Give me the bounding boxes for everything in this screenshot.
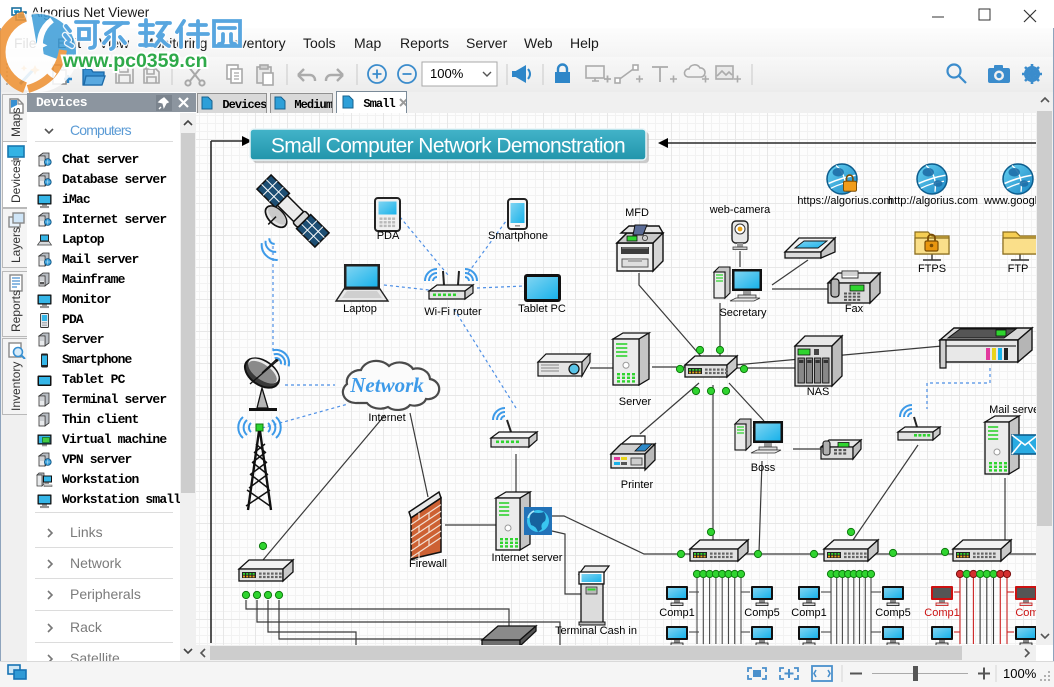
svg-text:Comp1: Comp1 [791, 607, 826, 619]
svg-text:Mail server: Mail server [989, 404, 1036, 416]
svg-text:NAS: NAS [807, 386, 830, 398]
svg-text:Server: Server [619, 396, 652, 408]
svg-text:Comp5: Comp5 [875, 607, 910, 619]
svg-text:Tablet PC: Tablet PC [518, 303, 566, 315]
svg-text:Printer: Printer [621, 479, 654, 491]
svg-text:Terminal Cash in: Terminal Cash in [555, 625, 637, 637]
svg-text:Internet server: Internet server [492, 552, 563, 564]
svg-text:https://algorius.com: https://algorius.com [797, 195, 892, 207]
svg-text:Smartphone: Smartphone [488, 230, 548, 242]
svg-text:FTP: FTP [1008, 263, 1029, 275]
svg-text:Boss: Boss [751, 462, 776, 474]
svg-text:Comp1: Comp1 [659, 607, 694, 619]
svg-text:PDA: PDA [377, 230, 400, 242]
svg-text:www.pc0359.cn: www.pc0359.cn [62, 50, 208, 72]
svg-text:Secretary: Secretary [719, 307, 767, 319]
svg-text:www.google.: www.google. [983, 195, 1036, 207]
svg-text:Comp: Comp [1015, 607, 1036, 619]
svg-text:100%: 100% [430, 66, 464, 81]
svg-text:Laptop: Laptop [343, 303, 377, 315]
svg-text:Wi-Fi router: Wi-Fi router [424, 306, 482, 318]
svg-text:Comp5: Comp5 [744, 607, 779, 619]
svg-text:MFD: MFD [625, 207, 649, 219]
svg-text:Comp1: Comp1 [924, 607, 959, 619]
svg-text:Fax: Fax [845, 303, 864, 315]
svg-text:FTPS: FTPS [918, 263, 946, 275]
svg-text:http://algorius.com: http://algorius.com [888, 195, 978, 207]
svg-text:100%: 100% [1003, 666, 1037, 681]
svg-text:Internet: Internet [368, 412, 405, 424]
svg-text:web-camera: web-camera [709, 204, 771, 216]
svg-text:Small Computer Network Demonst: Small Computer Network Demonstration [271, 135, 625, 158]
svg-text:Network: Network [349, 373, 424, 397]
svg-text:Firewall: Firewall [409, 558, 447, 570]
